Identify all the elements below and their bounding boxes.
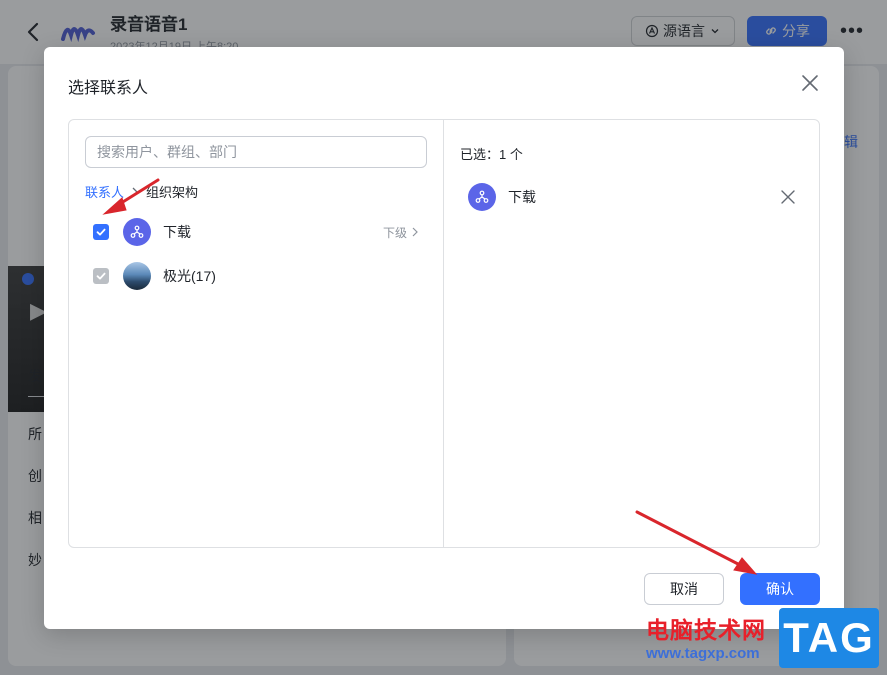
group-name: 极光(17): [163, 268, 216, 284]
selected-item: 下载: [468, 181, 808, 213]
checkbox-disabled-checked: [93, 268, 109, 284]
group-avatar: [123, 262, 151, 290]
selected-count: 已选：1 个: [460, 147, 523, 162]
watermark-tag-text: TAG: [783, 614, 875, 661]
watermark-site-name: 电脑技术网: [646, 618, 766, 643]
chevron-right-icon: [132, 187, 138, 196]
remove-selected-icon[interactable]: [780, 189, 796, 205]
watermark-url: www.tagxp.com: [646, 645, 760, 662]
selected-item-name: 下载: [508, 189, 536, 205]
contact-name: 下载: [163, 224, 191, 240]
breadcrumb: 联系人 组织架构: [85, 182, 198, 201]
contact-row-download[interactable]: 下载 下级: [85, 212, 427, 252]
breadcrumb-contacts-link[interactable]: 联系人: [85, 182, 124, 201]
close-icon[interactable]: [800, 73, 820, 93]
cancel-button[interactable]: 取消: [644, 573, 724, 605]
chevron-right-icon: [412, 227, 418, 237]
confirm-button[interactable]: 确认: [740, 573, 820, 605]
check-icon: [96, 228, 106, 236]
org-icon: [468, 183, 496, 211]
checkbox-checked[interactable]: [93, 224, 109, 240]
contact-row-jiguang[interactable]: 极光(17): [85, 256, 427, 296]
search-input[interactable]: [85, 136, 427, 168]
dialog-title: 选择联系人: [68, 80, 149, 97]
sub-level-label: 下级: [382, 225, 407, 240]
contact-picker-panel: 联系人 组织架构 下载 下级: [68, 119, 820, 548]
select-contacts-dialog: 选择联系人 联系人 组织架构: [44, 47, 844, 629]
org-icon: [123, 218, 151, 246]
breadcrumb-current: 组织架构: [146, 185, 199, 200]
panel-divider: [443, 120, 444, 547]
watermark-tag-logo: TAG: [779, 608, 879, 668]
check-icon: [96, 272, 106, 280]
sub-level-link[interactable]: 下级: [383, 224, 419, 241]
